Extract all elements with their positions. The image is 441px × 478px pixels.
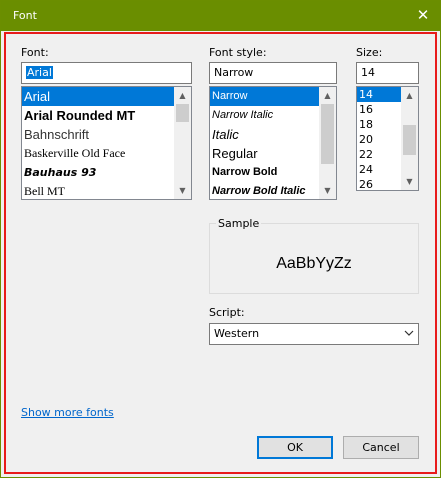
scroll-down-icon[interactable]: ▼ bbox=[401, 173, 418, 190]
font-item-bauhaus-93[interactable]: Bauhaus 93 bbox=[22, 163, 174, 182]
font-style-input-value: Narrow bbox=[214, 66, 254, 79]
size-item-26[interactable]: 26 bbox=[357, 177, 401, 190]
style-item-narrow-bold[interactable]: Narrow Bold bbox=[210, 163, 319, 182]
font-style-list-scroll-thumb[interactable] bbox=[321, 104, 334, 164]
chevron-down-icon[interactable] bbox=[403, 328, 415, 340]
style-item-narrow-italic[interactable]: Narrow Italic bbox=[210, 106, 319, 125]
font-item-bell-mt[interactable]: Bell MT bbox=[22, 182, 174, 199]
size-item-24[interactable]: 24 bbox=[357, 162, 401, 177]
style-item-italic[interactable]: Italic bbox=[210, 125, 319, 144]
size-item-22[interactable]: 22 bbox=[357, 147, 401, 162]
script-label: Script: bbox=[209, 306, 245, 319]
font-style-list-items: Narrow Narrow Italic Italic Regular Narr… bbox=[210, 87, 319, 199]
sample-group: Sample AaBbYyZz bbox=[209, 217, 419, 294]
size-list[interactable]: 14 16 18 20 22 24 26 ▲ ▼ bbox=[356, 86, 419, 191]
style-item-narrow-bold-italic[interactable]: Narrow Bold Italic bbox=[210, 182, 319, 199]
script-dropdown[interactable]: Western bbox=[209, 323, 419, 345]
font-list-scroll-thumb[interactable] bbox=[176, 104, 189, 122]
scroll-up-icon[interactable]: ▲ bbox=[401, 87, 418, 104]
font-list-items: Arial Arial Rounded MT Bahnschrift Baske… bbox=[22, 87, 174, 199]
size-item-14[interactable]: 14 bbox=[357, 87, 401, 102]
font-input-value: Arial bbox=[26, 66, 53, 79]
font-input[interactable]: Arial bbox=[21, 62, 192, 84]
font-list-scrollbar[interactable]: ▲ ▼ bbox=[174, 87, 191, 199]
size-item-18[interactable]: 18 bbox=[357, 117, 401, 132]
font-label: Font: bbox=[21, 46, 49, 59]
font-style-list[interactable]: Narrow Narrow Italic Italic Regular Narr… bbox=[209, 86, 337, 200]
show-more-fonts-link[interactable]: Show more fonts bbox=[21, 406, 114, 419]
size-list-items: 14 16 18 20 22 24 26 bbox=[357, 87, 401, 190]
sample-label: Sample bbox=[216, 217, 262, 230]
font-item-arial[interactable]: Arial bbox=[22, 87, 174, 106]
cancel-button[interactable]: Cancel bbox=[343, 436, 419, 459]
size-label: Size: bbox=[356, 46, 383, 59]
scroll-up-icon[interactable]: ▲ bbox=[319, 87, 336, 104]
size-input[interactable]: 14 bbox=[356, 62, 419, 84]
ok-button[interactable]: OK bbox=[257, 436, 333, 459]
font-style-input[interactable]: Narrow bbox=[209, 62, 337, 84]
script-value: Western bbox=[214, 327, 260, 340]
size-list-scrollbar[interactable]: ▲ ▼ bbox=[401, 87, 418, 190]
title-bar[interactable]: Font ✕ bbox=[1, 1, 440, 31]
font-style-list-scrollbar[interactable]: ▲ ▼ bbox=[319, 87, 336, 199]
scroll-down-icon[interactable]: ▼ bbox=[319, 182, 336, 199]
style-item-narrow[interactable]: Narrow bbox=[210, 87, 319, 106]
size-list-scroll-thumb[interactable] bbox=[403, 125, 416, 155]
size-item-20[interactable]: 20 bbox=[357, 132, 401, 147]
size-item-16[interactable]: 16 bbox=[357, 102, 401, 117]
font-dialog: Font ✕ Font: Arial Arial Arial Rounded M… bbox=[0, 0, 441, 478]
sample-preview: AaBbYyZz bbox=[276, 255, 352, 272]
scroll-up-icon[interactable]: ▲ bbox=[174, 87, 191, 104]
font-item-baskerville-old-face[interactable]: Baskerville Old Face bbox=[22, 144, 174, 163]
size-input-value: 14 bbox=[361, 66, 375, 79]
font-item-arial-rounded-mt[interactable]: Arial Rounded MT bbox=[22, 106, 174, 125]
close-icon[interactable]: ✕ bbox=[406, 1, 440, 31]
font-item-bahnschrift[interactable]: Bahnschrift bbox=[22, 125, 174, 144]
font-style-label: Font style: bbox=[209, 46, 267, 59]
style-item-regular[interactable]: Regular bbox=[210, 144, 319, 163]
dialog-title: Font bbox=[13, 9, 37, 22]
font-list[interactable]: Arial Arial Rounded MT Bahnschrift Baske… bbox=[21, 86, 192, 200]
scroll-down-icon[interactable]: ▼ bbox=[174, 182, 191, 199]
